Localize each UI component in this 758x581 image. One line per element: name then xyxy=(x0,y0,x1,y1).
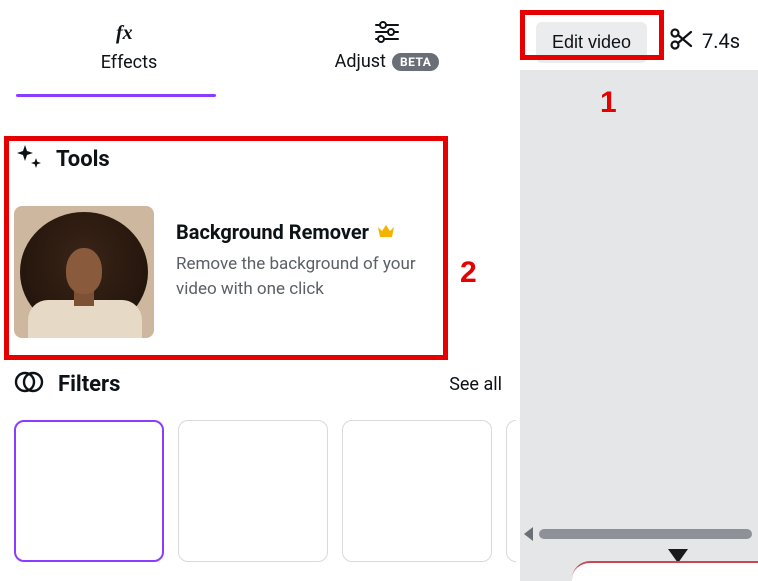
tools-section: Tools Background Remover xyxy=(0,142,516,338)
tool-text: Background Remover Remove the background… xyxy=(176,206,456,301)
scissors-icon xyxy=(668,26,694,56)
edit-video-button[interactable]: Edit video xyxy=(536,22,647,63)
tab-active-indicator xyxy=(16,94,216,97)
tools-header: Tools xyxy=(14,142,502,176)
sparkle-icon xyxy=(14,142,44,176)
fx-icon: fx xyxy=(116,20,142,44)
scroll-track[interactable] xyxy=(539,529,752,539)
tool-desc: Remove the background of your video with… xyxy=(176,252,456,301)
portrait-illustration xyxy=(14,206,154,338)
tools-title: Tools xyxy=(56,147,110,172)
tab-adjust-label: Adjust xyxy=(335,51,386,72)
trim-group[interactable]: 7.4s xyxy=(668,26,740,56)
filters-section: Filters See all xyxy=(0,368,516,562)
tool-thumbnail xyxy=(14,206,154,338)
sliders-icon xyxy=(374,21,400,43)
canvas-area[interactable] xyxy=(520,70,758,581)
canvas-horizontal-scrollbar[interactable] xyxy=(524,527,752,541)
tool-title: Background Remover xyxy=(176,220,369,244)
editor-preview: Edit video 7.4s xyxy=(516,0,758,581)
effects-tabs: fx Effects Adjust BETA xyxy=(0,0,516,94)
timeline-clip-edge[interactable] xyxy=(572,561,758,581)
see-all-link[interactable]: See all xyxy=(449,374,502,395)
tool-background-remover[interactable]: Background Remover Remove the background… xyxy=(14,206,502,338)
filter-tile[interactable] xyxy=(178,420,328,562)
tab-effects[interactable]: fx Effects xyxy=(0,0,258,93)
overlap-circles-icon xyxy=(14,368,44,400)
svg-text:fx: fx xyxy=(116,22,133,44)
beta-badge: BETA xyxy=(392,53,439,71)
filters-header: Filters See all xyxy=(14,368,502,400)
video-duration: 7.4s xyxy=(702,29,740,53)
filter-row xyxy=(14,420,502,562)
scroll-left-arrow-icon[interactable] xyxy=(524,527,533,541)
filter-tile[interactable] xyxy=(342,420,492,562)
crown-icon xyxy=(377,223,395,242)
tab-effects-label: Effects xyxy=(101,52,158,73)
filters-title: Filters xyxy=(58,372,120,397)
filter-tile-none[interactable] xyxy=(14,420,164,562)
effects-panel: fx Effects Adjust BETA xyxy=(0,0,516,581)
tab-adjust[interactable]: Adjust BETA xyxy=(258,0,516,93)
